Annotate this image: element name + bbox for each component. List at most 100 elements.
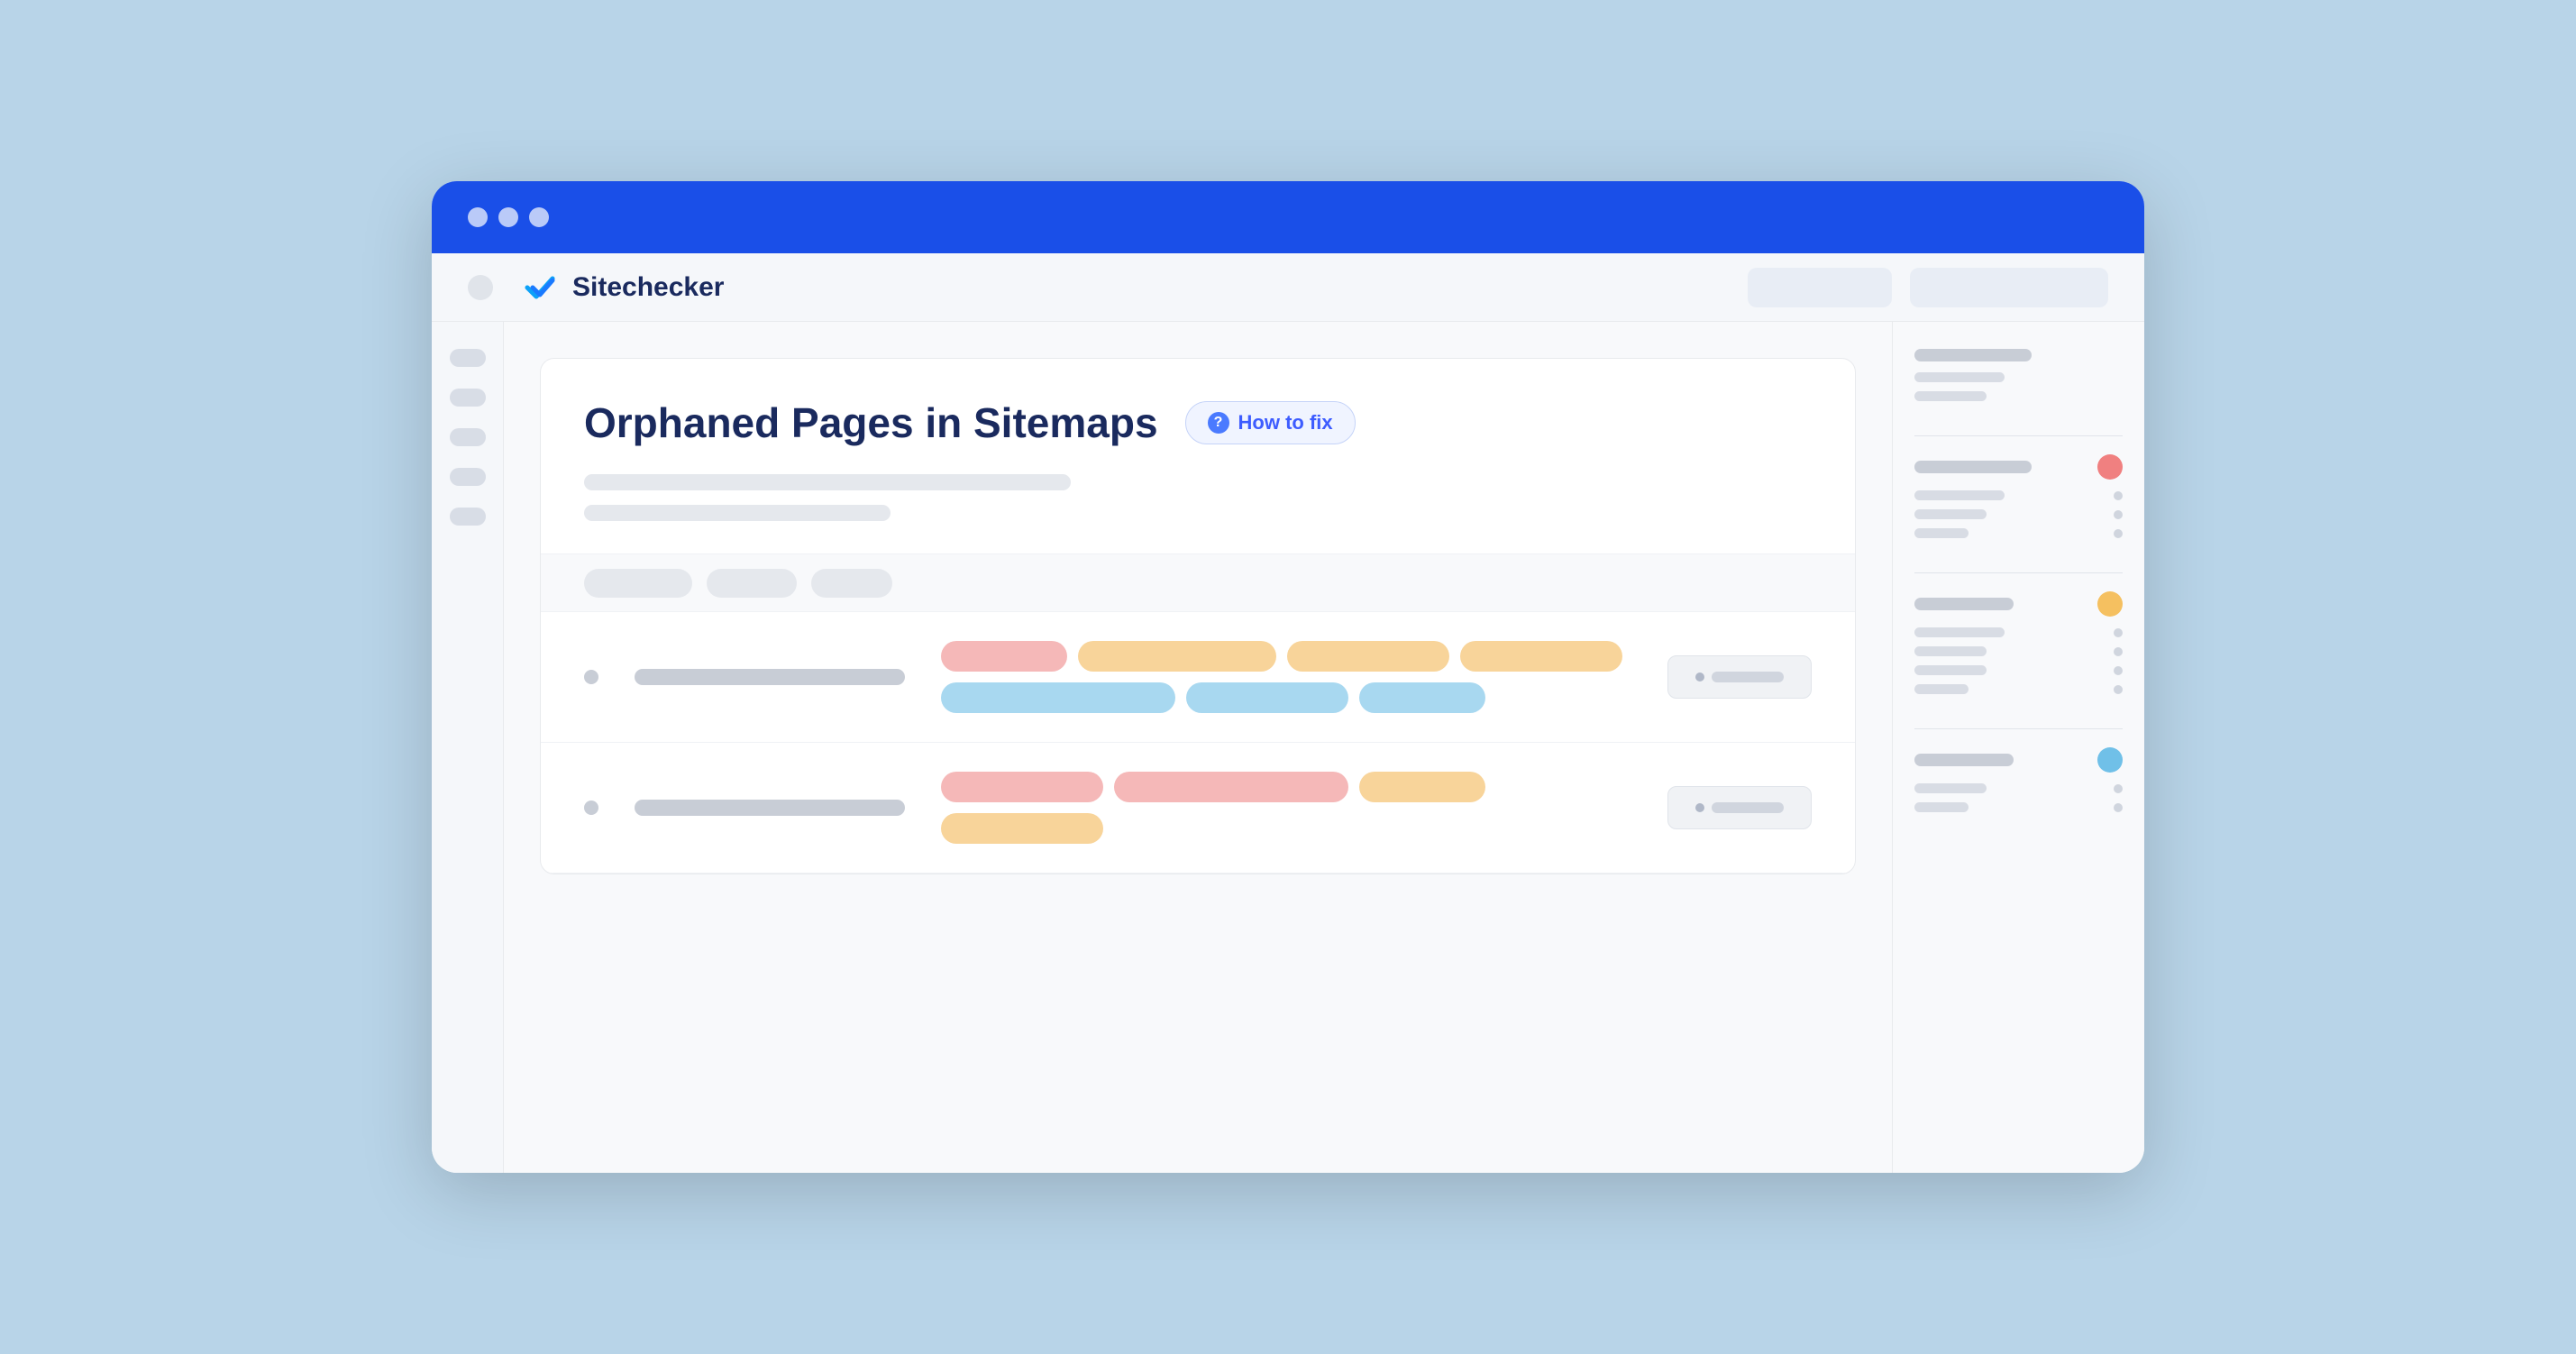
sub-rows bbox=[1914, 783, 2123, 812]
browser-chrome: Sitechecker bbox=[432, 253, 2144, 322]
browser-nav-circle bbox=[468, 275, 493, 300]
tag-pink-2 bbox=[941, 772, 1103, 802]
main-area: Orphaned Pages in Sitemaps ? How to fix bbox=[432, 322, 2144, 1173]
sub-dot bbox=[2114, 784, 2123, 793]
logo-area: Sitechecker bbox=[520, 268, 724, 307]
right-row-header bbox=[1914, 747, 2123, 773]
dot-1[interactable] bbox=[468, 207, 488, 227]
sub-dot bbox=[2114, 685, 2123, 694]
logo-text: Sitechecker bbox=[572, 272, 724, 303]
tag-pink-1 bbox=[941, 641, 1067, 672]
sub-line bbox=[1914, 802, 1969, 812]
sub-row bbox=[1914, 490, 2123, 500]
tag-orange-2 bbox=[1287, 641, 1449, 672]
sub-row bbox=[1914, 783, 2123, 793]
row-action-button[interactable] bbox=[1667, 786, 1812, 829]
sub-line bbox=[1914, 684, 1969, 694]
sub-line bbox=[1914, 391, 1987, 401]
page-title: Orphaned Pages in Sitemaps bbox=[584, 398, 1158, 447]
card-header: Orphaned Pages in Sitemaps ? How to fix bbox=[541, 359, 1855, 554]
sidebar-item-4[interactable] bbox=[450, 468, 486, 486]
tag-orange-3 bbox=[1460, 641, 1622, 672]
sidebar-item-5[interactable] bbox=[450, 508, 486, 526]
sub-line bbox=[1914, 783, 1987, 793]
right-section-4 bbox=[1914, 747, 2123, 812]
sidebar-item-1[interactable] bbox=[450, 349, 486, 367]
description-line-2 bbox=[584, 505, 891, 521]
how-to-fix-button[interactable]: ? How to fix bbox=[1185, 401, 1356, 444]
description-line-1 bbox=[584, 474, 1071, 490]
chrome-button-2[interactable] bbox=[1910, 268, 2108, 307]
action-dot bbox=[1695, 672, 1704, 682]
dot-2[interactable] bbox=[498, 207, 518, 227]
filter-pill-3[interactable] bbox=[811, 569, 892, 598]
logo-icon bbox=[520, 268, 560, 307]
row-indicator bbox=[584, 801, 598, 815]
sub-row bbox=[1914, 509, 2123, 519]
sidebar-item-3[interactable] bbox=[450, 428, 486, 446]
row-url bbox=[635, 669, 905, 685]
left-sidebar bbox=[432, 322, 504, 1173]
sub-line bbox=[1914, 372, 2005, 382]
tag-orange-5 bbox=[941, 813, 1103, 844]
badge-red bbox=[2097, 454, 2123, 480]
table-row bbox=[541, 612, 1855, 743]
center-content: Orphaned Pages in Sitemaps ? How to fix bbox=[504, 322, 1892, 1173]
action-label bbox=[1712, 672, 1784, 682]
sub-row bbox=[1914, 802, 2123, 812]
right-row-header bbox=[1914, 591, 2123, 617]
right-row-header bbox=[1914, 349, 2123, 361]
filter-pill-1[interactable] bbox=[584, 569, 692, 598]
right-section-2 bbox=[1914, 454, 2123, 538]
sub-dot bbox=[2114, 803, 2123, 812]
sidebar-item-2[interactable] bbox=[450, 389, 486, 407]
tag-blue-3 bbox=[1359, 682, 1485, 713]
browser-window: Sitechecker Orphaned Pages in Sitemaps bbox=[432, 181, 2144, 1173]
sub-row bbox=[1914, 684, 2123, 694]
row-indicator bbox=[584, 670, 598, 684]
sub-dot bbox=[2114, 529, 2123, 538]
dot-3[interactable] bbox=[529, 207, 549, 227]
sub-line bbox=[1914, 509, 1987, 519]
sub-dot bbox=[2114, 647, 2123, 656]
sub-row bbox=[1914, 528, 2123, 538]
right-divider bbox=[1914, 435, 2123, 436]
right-line-main bbox=[1914, 349, 2032, 361]
badge-orange bbox=[2097, 591, 2123, 617]
right-line-main bbox=[1914, 754, 2014, 766]
sub-line bbox=[1914, 528, 1969, 538]
row-action-button[interactable] bbox=[1667, 655, 1812, 699]
right-section-3 bbox=[1914, 591, 2123, 694]
title-bar bbox=[432, 181, 2144, 253]
right-line-main bbox=[1914, 461, 2032, 473]
sub-row bbox=[1914, 665, 2123, 675]
sub-line bbox=[1914, 490, 2005, 500]
sub-row bbox=[1914, 627, 2123, 637]
sub-rows bbox=[1914, 627, 2123, 694]
action-label bbox=[1712, 802, 1784, 813]
row-tags bbox=[941, 772, 1631, 844]
tag-blue-1 bbox=[941, 682, 1175, 713]
badge-blue bbox=[2097, 747, 2123, 773]
window-dots bbox=[468, 207, 549, 227]
sub-line bbox=[1914, 627, 2005, 637]
card-title-row: Orphaned Pages in Sitemaps ? How to fix bbox=[584, 398, 1812, 447]
filter-row bbox=[541, 554, 1855, 612]
right-sidebar bbox=[1892, 322, 2144, 1173]
sub-dot bbox=[2114, 491, 2123, 500]
tag-pink-3 bbox=[1114, 772, 1348, 802]
row-url bbox=[635, 800, 905, 816]
action-dot bbox=[1695, 803, 1704, 812]
sub-rows bbox=[1914, 490, 2123, 538]
table-row bbox=[541, 743, 1855, 874]
sub-line bbox=[1914, 646, 1987, 656]
chrome-button-1[interactable] bbox=[1748, 268, 1892, 307]
row-tags bbox=[941, 641, 1631, 713]
sub-row bbox=[1914, 372, 2123, 382]
filter-pill-2[interactable] bbox=[707, 569, 797, 598]
sub-line bbox=[1914, 665, 1987, 675]
right-divider bbox=[1914, 572, 2123, 573]
sub-row bbox=[1914, 391, 2123, 401]
how-to-fix-label: How to fix bbox=[1238, 411, 1333, 435]
sub-row bbox=[1914, 646, 2123, 656]
